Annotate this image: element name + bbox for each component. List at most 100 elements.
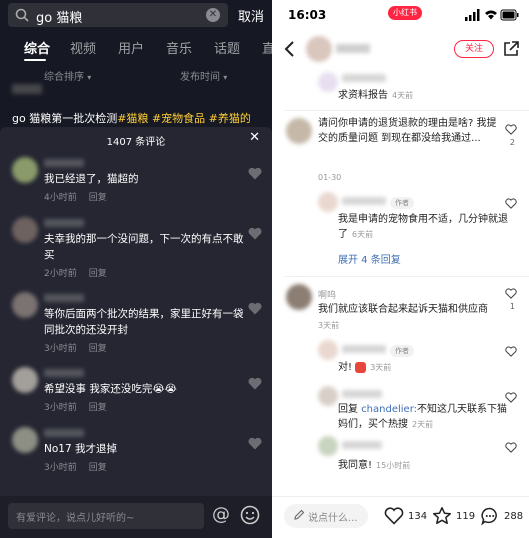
commenter-name[interactable] [44, 369, 84, 377]
avatar[interactable] [286, 118, 312, 144]
signal-wifi-battery-icon [465, 9, 519, 21]
reply-button[interactable]: 回复 [89, 463, 107, 473]
comment-date: 01-30 [318, 173, 342, 182]
commenter-name[interactable] [342, 345, 386, 353]
comments-sheet: 1407 条评论 ✕ 我已经退了，猫超的 4小时前 回复 夫幸我的那一个没问题，下… [0, 127, 272, 538]
reply-button[interactable]: 回复 [89, 344, 107, 354]
like-heart-icon[interactable] [505, 346, 517, 357]
author-avatar[interactable] [306, 36, 332, 62]
avatar[interactable] [12, 157, 38, 183]
tab-comprehensive[interactable]: 综合 [24, 38, 50, 57]
like-heart-icon[interactable] [248, 167, 262, 180]
commenter-name[interactable]: 啊呜 [318, 288, 336, 301]
status-bar: 16:03 小红书 [272, 0, 529, 30]
pen-icon [294, 509, 305, 520]
like-heart-icon[interactable] [248, 302, 262, 315]
expand-replies-link[interactable]: 展开 4 条回复 [338, 251, 401, 266]
tab-topics[interactable]: 话题 [214, 38, 240, 57]
like-heart-icon[interactable] [248, 437, 262, 450]
commenter-name[interactable] [342, 390, 382, 398]
like-heart-icon[interactable] [505, 442, 517, 453]
like-heart-icon[interactable] [505, 288, 517, 299]
cancel-button[interactable]: 取消 [238, 6, 264, 25]
douyin-panel: go 猫粮 ✕ 取消 综合 视频 用户 音乐 话题 直 综合排序 ▾ 发布时间 … [0, 0, 272, 538]
star-icon [432, 507, 452, 525]
avatar[interactable] [286, 284, 312, 310]
tab-music[interactable]: 音乐 [166, 38, 192, 57]
hashtag-pet-food[interactable]: #宠物食品 [152, 112, 205, 125]
sort-order-dropdown[interactable]: 综合排序 ▾ [44, 68, 91, 83]
comment-meta: 4小时前 回复 [44, 193, 107, 203]
video-caption[interactable]: go 猫粮第一批次检测#猫粮 #宠物食品 #养猫的 [12, 110, 251, 126]
hashtag-cat-food[interactable]: #猫粮 [117, 112, 148, 125]
comment-meta: 3小时前 回复 [44, 463, 107, 473]
search-input[interactable]: go 猫粮 [36, 7, 82, 26]
hashtag-cat-owners[interactable]: #养猫的 [209, 112, 251, 125]
tab-video[interactable]: 视频 [70, 38, 96, 57]
commenter-name[interactable] [342, 441, 382, 449]
author-tag: 作者 [390, 345, 414, 357]
comment-text: 夫幸我的那一个没问题，下一次的有点不敢买 [44, 233, 244, 261]
like-heart-icon[interactable] [248, 377, 262, 390]
follow-button[interactable]: 关注 [454, 40, 494, 58]
avatar[interactable] [12, 217, 38, 243]
comment-text: 希望没事 我家还没吃完😭😭 [44, 383, 177, 395]
like-count: 1 [509, 302, 515, 311]
comment-meta: 3小时前 回复 [44, 344, 107, 354]
publish-time-dropdown[interactable]: 发布时间 ▾ [180, 68, 227, 83]
post-navbar: 关注 [272, 32, 529, 66]
divider [284, 110, 529, 111]
comment-input[interactable]: 有爱评论，说点儿好听的~ [8, 503, 204, 529]
app-badge: 小红书 [388, 6, 422, 20]
clear-search-icon[interactable]: ✕ [206, 8, 220, 22]
reply-text: 我同意! 15小时前 [338, 460, 411, 471]
avatar[interactable] [12, 292, 38, 318]
share-icon[interactable] [502, 40, 520, 58]
comment-input-bar: 有爱评论，说点儿好听的~ @ [0, 496, 272, 538]
tab-live[interactable]: 直 [262, 38, 272, 57]
avatar[interactable] [12, 367, 38, 393]
engagement-bar: 说点什么... 134 119 288 [272, 496, 529, 538]
author-name[interactable] [336, 44, 370, 53]
comment-meta: 2小时前 回复 [44, 269, 107, 279]
reply-text: 我是申请的宠物食用不适，几分钟就退了 6天前 [338, 214, 508, 240]
like-heart-icon[interactable] [505, 198, 517, 209]
avatar[interactable] [318, 192, 338, 212]
at-mention-icon[interactable]: @ [210, 504, 232, 526]
avatar[interactable] [12, 427, 38, 453]
emoji-sticker-icon [355, 361, 367, 373]
like-count: 2 [509, 138, 515, 147]
avatar[interactable] [318, 386, 338, 406]
star-count: 119 [456, 511, 476, 522]
commenter-name[interactable] [44, 429, 84, 437]
comment-text: 我已经退了，猫超的 [44, 173, 139, 185]
search-icon [15, 8, 29, 22]
commenter-name[interactable] [44, 219, 84, 227]
comment-bubble-icon [481, 507, 497, 526]
avatar[interactable] [318, 436, 338, 456]
reply-text: 回复 chandelier:不知这几天联系下猫妈们，买个热搜 2天前 [338, 404, 508, 430]
active-tab-indicator [24, 59, 46, 61]
blurred-result-thumb [12, 84, 42, 94]
search-bar[interactable]: go 猫粮 ✕ [8, 3, 228, 27]
comment-text: 请问你申请的退货退款的理由是啥? 我提交的质量问题 到现在都没给我通过... [318, 118, 497, 144]
commenter-name[interactable] [44, 294, 84, 302]
comment-time: 3天前 [318, 321, 340, 330]
reply-button[interactable]: 回复 [89, 193, 107, 203]
tab-users[interactable]: 用户 [118, 38, 144, 57]
back-arrow-icon[interactable] [284, 41, 296, 57]
commenter-name[interactable] [342, 74, 386, 82]
avatar[interactable] [318, 72, 338, 92]
close-icon[interactable]: ✕ [249, 130, 260, 145]
commenter-name[interactable] [44, 159, 84, 167]
like-heart-icon[interactable] [248, 227, 262, 240]
like-heart-icon[interactable] [505, 124, 517, 135]
comment-input[interactable]: 说点什么... [284, 504, 368, 528]
avatar[interactable] [318, 340, 338, 360]
like-heart-icon[interactable] [505, 392, 517, 403]
reply-button[interactable]: 回复 [89, 269, 107, 279]
reply-button[interactable]: 回复 [89, 403, 107, 413]
mention-link[interactable]: chandelier: [361, 404, 417, 415]
emoji-icon[interactable] [240, 505, 260, 525]
commenter-name[interactable] [342, 197, 386, 205]
